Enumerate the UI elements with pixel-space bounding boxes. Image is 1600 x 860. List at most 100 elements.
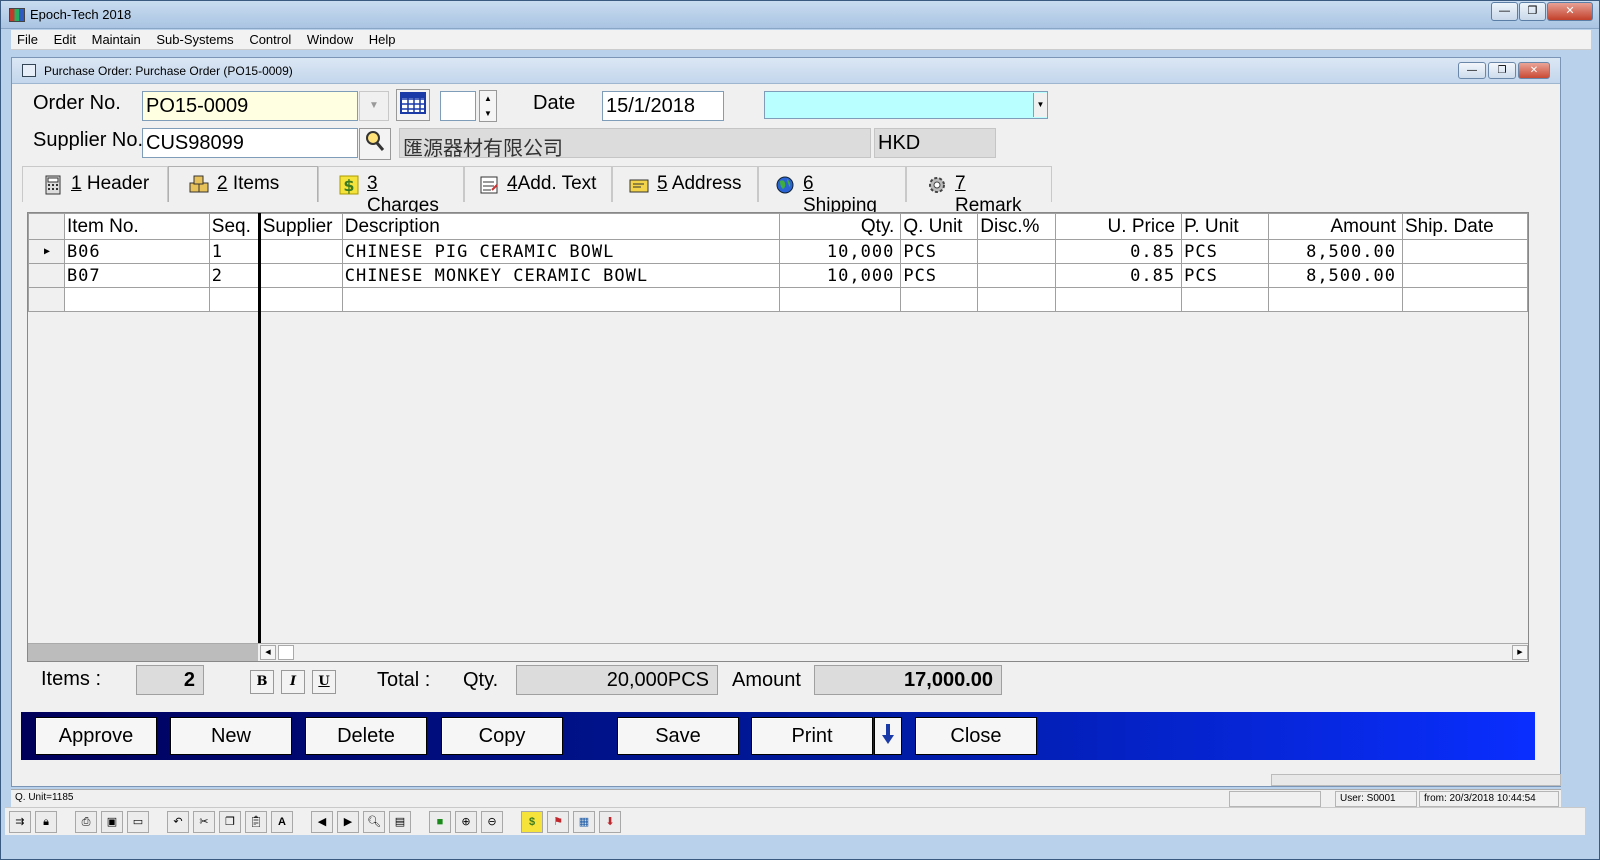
calculator-tool-icon[interactable]: ▦ xyxy=(573,811,595,833)
lock-icon[interactable]: 🔒︎ xyxy=(35,811,57,833)
col-u-price[interactable]: U. Price xyxy=(1055,213,1183,240)
cell-u-price[interactable]: 0.85 xyxy=(1055,239,1183,264)
spin-up-icon[interactable]: ▲ xyxy=(480,91,496,106)
revision-field[interactable] xyxy=(440,91,476,121)
col-qty[interactable]: Qty. xyxy=(779,213,902,240)
table-row[interactable]: ▶ B06 1 CHINESE PIG CERAMIC BOWL 10,000 … xyxy=(28,239,1529,264)
empty-cell[interactable] xyxy=(259,287,343,312)
menu-maintain[interactable]: Maintain xyxy=(86,30,147,47)
scroll-left-icon[interactable]: ◀ xyxy=(260,645,276,660)
child-minimize-button[interactable]: — xyxy=(1458,62,1486,79)
cell-q-unit[interactable]: PCS xyxy=(900,263,979,288)
printer-icon[interactable]: ⎙ xyxy=(75,811,97,833)
order-no-dropdown[interactable]: ▼ xyxy=(359,91,389,121)
col-p-unit[interactable]: P. Unit xyxy=(1181,213,1270,240)
spin-down-icon[interactable]: ▼ xyxy=(480,106,496,121)
empty-cell[interactable] xyxy=(977,287,1057,312)
report-icon[interactable]: ▤ xyxy=(389,811,411,833)
col-item-no[interactable]: Item No. xyxy=(63,213,210,240)
minimize-button[interactable]: — xyxy=(1491,2,1518,21)
currency-icon[interactable]: $ xyxy=(521,811,543,833)
setup-icon[interactable]: ▭ xyxy=(127,811,149,833)
empty-cell[interactable] xyxy=(1268,287,1403,312)
scroll-right-icon[interactable]: ▶ xyxy=(1512,645,1528,660)
cell-q-unit[interactable]: PCS xyxy=(900,239,979,264)
cell-amount[interactable]: 8,500.00 xyxy=(1268,239,1403,264)
child-titlebar[interactable]: Purchase Order: Purchase Order (PO15-000… xyxy=(12,58,1560,84)
empty-cell[interactable] xyxy=(779,287,902,312)
empty-cell[interactable] xyxy=(341,287,781,312)
cell-description[interactable]: CHINESE MONKEY CERAMIC BOWL xyxy=(341,263,781,288)
col-disc[interactable]: Disc.% xyxy=(977,213,1057,240)
exit-icon[interactable]: ⇉ xyxy=(9,811,31,833)
row-selector[interactable] xyxy=(28,287,65,312)
table-row-empty[interactable] xyxy=(28,287,1529,312)
cell-item-no[interactable]: B07 xyxy=(63,263,210,288)
supplier-search-icon[interactable] xyxy=(359,128,391,160)
cell-u-price[interactable]: 0.85 xyxy=(1055,263,1183,288)
status-combo[interactable]: ▼ xyxy=(764,91,1048,119)
cell-qty[interactable]: 10,000 xyxy=(779,263,902,288)
col-ship-date[interactable]: Ship. Date xyxy=(1401,213,1529,240)
zoom-out-icon[interactable]: ⊖ xyxy=(481,811,503,833)
menu-help[interactable]: Help xyxy=(363,30,402,47)
col-seq[interactable]: Seq. xyxy=(208,213,261,240)
approve-button[interactable]: Approve xyxy=(35,717,157,755)
child-close-button[interactable]: ✕ xyxy=(1518,62,1550,79)
status-combo-dropdown[interactable]: ▼ xyxy=(1033,93,1047,117)
cell-description[interactable]: CHINESE PIG CERAMIC BOWL xyxy=(341,239,781,264)
col-amount[interactable]: Amount xyxy=(1268,213,1403,240)
paste-icon[interactable]: 📋︎ xyxy=(245,811,267,833)
print-button[interactable]: Print xyxy=(751,717,873,755)
empty-cell[interactable] xyxy=(900,287,979,312)
horizontal-scrollbar[interactable]: ◀ ▶ xyxy=(28,643,1528,661)
cell-p-unit[interactable]: PCS xyxy=(1181,239,1270,264)
copy-button[interactable]: Copy xyxy=(441,717,563,755)
download-icon[interactable]: ⬇ xyxy=(599,811,621,833)
tab-shipping[interactable]: 6 Shipping xyxy=(758,166,906,216)
date-field[interactable]: 15/1/2018 xyxy=(602,91,724,121)
cell-ship-date[interactable] xyxy=(1401,239,1529,264)
close-window-button[interactable]: ✕ xyxy=(1547,2,1593,21)
app-titlebar[interactable]: Epoch-Tech 2018 — ❐ ✕ xyxy=(1,1,1599,29)
row-pointer-icon[interactable]: ▶ xyxy=(28,239,65,264)
close-button[interactable]: Close xyxy=(915,717,1037,755)
cell-ship-date[interactable] xyxy=(1401,263,1529,288)
row-selector[interactable] xyxy=(28,263,65,288)
cell-seq[interactable]: 2 xyxy=(208,263,261,288)
copy-icon[interactable]: ❐ xyxy=(219,811,241,833)
table-row[interactable]: B07 2 CHINESE MONKEY CERAMIC BOWL 10,000… xyxy=(28,263,1529,288)
menu-sub-systems[interactable]: Sub-Systems xyxy=(150,30,239,47)
cell-seq[interactable]: 1 xyxy=(208,239,261,264)
font-icon[interactable]: A xyxy=(271,811,293,833)
scroll-thumb[interactable] xyxy=(278,645,294,660)
empty-cell[interactable] xyxy=(208,287,261,312)
cell-supplier[interactable] xyxy=(259,263,343,288)
next-record-icon[interactable]: ▶ xyxy=(337,811,359,833)
save-button[interactable]: Save xyxy=(617,717,739,755)
empty-cell[interactable] xyxy=(1055,287,1183,312)
items-grid[interactable]: Item No. Seq. Supplier Description Qty. … xyxy=(27,212,1529,662)
calendar-grid-icon[interactable] xyxy=(396,89,430,121)
supplier-no-field[interactable]: CUS98099 xyxy=(142,128,358,158)
delete-button[interactable]: Delete xyxy=(305,717,427,755)
flag-icon[interactable]: ⚑ xyxy=(547,811,569,833)
menu-edit[interactable]: Edit xyxy=(48,30,82,47)
cell-p-unit[interactable]: PCS xyxy=(1181,263,1270,288)
child-restore-button[interactable]: ❐ xyxy=(1488,62,1516,79)
tab-charges[interactable]: $ 3 Charges xyxy=(318,166,464,216)
col-q-unit[interactable]: Q. Unit xyxy=(900,213,979,240)
empty-cell[interactable] xyxy=(1401,287,1529,312)
tab-items[interactable]: 2 Items xyxy=(168,166,318,202)
find-icon[interactable]: 🔍︎ xyxy=(363,811,385,833)
frozen-column-divider[interactable] xyxy=(258,213,261,661)
col-description[interactable]: Description xyxy=(341,213,781,240)
preview-icon[interactable]: ▣ xyxy=(101,811,123,833)
cut-icon[interactable]: ✂ xyxy=(193,811,215,833)
previous-record-icon[interactable]: ◀ xyxy=(311,811,333,833)
print-options-arrow-icon[interactable] xyxy=(874,717,902,755)
restore-button[interactable]: ❐ xyxy=(1519,2,1546,21)
menu-file[interactable]: File xyxy=(11,30,44,47)
tab-address[interactable]: 5 Address xyxy=(612,166,758,202)
empty-cell[interactable] xyxy=(1181,287,1270,312)
